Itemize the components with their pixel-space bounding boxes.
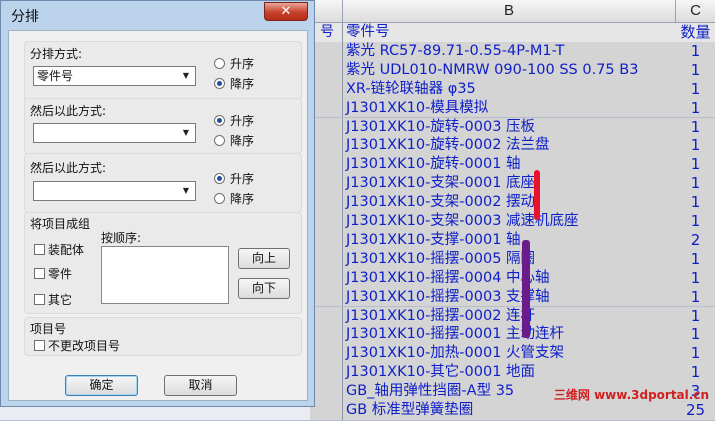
sort-dialog: 分排 ✕ 分排方式: 零件号 ▼ 升序 降序 然后以此方式: ▼ 升序 降序 然… <box>0 0 315 407</box>
cell-a-text: 号 <box>320 24 334 40</box>
sort-by-label: 分排方式: <box>30 47 83 61</box>
then-by-1-asc-radio[interactable] <box>214 115 225 126</box>
purple-marker <box>522 240 530 338</box>
cell-quantity[interactable]: 1 <box>676 136 715 156</box>
column-header-c[interactable]: C <box>676 0 715 23</box>
chevron-down-icon: ▼ <box>182 128 190 137</box>
cell-part-number[interactable]: J1301XK10-支架-0002 摆动 <box>343 193 679 212</box>
red-marker <box>534 170 540 220</box>
item-number-label: 项目号 <box>30 322 67 336</box>
cell-part-number[interactable]: J1301XK10-支架-0001 底座 <box>343 174 679 194</box>
then-by-1-asc-label: 升序 <box>230 114 255 128</box>
cell-quantity[interactable]: 1 <box>676 363 715 383</box>
sort-by-desc-label: 降序 <box>230 77 255 91</box>
assembly-checkbox[interactable] <box>34 244 45 255</box>
column-header-a[interactable] <box>315 0 343 23</box>
assembly-label: 装配体 <box>48 243 85 257</box>
group-items-group: 将项目成组 装配体 零件 其它 按顺序: 向上 向下 <box>24 212 302 314</box>
watermark: 三维网 www.3dportal.cn <box>553 388 709 402</box>
order-listbox[interactable] <box>101 246 229 304</box>
keep-item-number-label: 不更改项目号 <box>48 339 121 353</box>
cell-part-number[interactable]: J1301XK10-支撑-0001 轴 <box>343 230 679 250</box>
item-number-group: 项目号 不更改项目号 <box>24 317 302 356</box>
order-label: 按顺序: <box>101 231 142 245</box>
sort-by-value: 零件号 <box>37 69 74 83</box>
sort-by-asc-label: 升序 <box>230 57 255 71</box>
then-by-2-desc-radio[interactable] <box>214 193 225 204</box>
keep-item-number-checkbox[interactable] <box>34 340 45 351</box>
cell-part-number[interactable]: J1301XK10-摇摆-0005 隔圈 <box>343 249 679 269</box>
then-by-2-combo[interactable]: ▼ <box>33 181 196 201</box>
cell-quantity[interactable]: 2 <box>676 230 715 250</box>
sort-by-combo[interactable]: 零件号 ▼ <box>33 66 196 86</box>
cell-part-number[interactable]: J1301XK10-旋转-0002 法兰盘 <box>343 136 679 156</box>
part-label: 零件 <box>48 267 73 281</box>
column-header-b[interactable]: B <box>343 0 676 23</box>
cell-part-number[interactable]: J1301XK10-旋转-0001 轴 <box>343 155 679 175</box>
cell-part-number[interactable]: J1301XK10-模具模拟 <box>343 98 679 118</box>
ok-button[interactable]: 确定 <box>65 375 138 396</box>
part-checkbox[interactable] <box>34 268 45 279</box>
chevron-down-icon: ▼ <box>182 71 190 80</box>
cell-part-number[interactable]: XR-链轮联轴器 φ35 <box>343 79 679 99</box>
other-label: 其它 <box>48 293 73 307</box>
cell-quantity[interactable]: 1 <box>676 41 715 61</box>
then-by-2-group: 然后以此方式: ▼ 升序 降序 <box>24 153 302 213</box>
then-by-1-desc-radio[interactable] <box>214 135 225 146</box>
cell-quantity[interactable]: 1 <box>676 212 715 231</box>
cell-part-number[interactable]: 紫光 RC57-89.71-0.55-4P-M1-T <box>343 41 679 61</box>
move-up-button[interactable]: 向上 <box>238 248 290 269</box>
then-by-1-group: 然后以此方式: ▼ 升序 降序 <box>24 98 302 154</box>
cell-part-number[interactable]: 紫光 UDL010-NMRW 090-100 SS 0.75 B3 <box>343 60 679 80</box>
cell-quantity[interactable]: 1 <box>676 155 715 175</box>
chevron-down-icon: ▼ <box>182 186 190 195</box>
cell-quantity[interactable]: 1 <box>676 79 715 99</box>
sort-by-group: 分排方式: 零件号 ▼ 升序 降序 <box>24 41 302 101</box>
cell-part-number[interactable]: J1301XK10-摇摆-0003 支撑轴 <box>343 287 679 307</box>
then-by-1-combo[interactable]: ▼ <box>33 123 196 143</box>
cell-quantity[interactable]: 1 <box>676 174 715 194</box>
cell-quantity[interactable]: 1 <box>676 344 715 364</box>
cell-part-number[interactable]: GB 标准型弹簧垫圈 <box>343 401 679 420</box>
cell-part-number[interactable]: 零件号 <box>343 23 679 42</box>
cell-part-number[interactable]: J1301XK10-摇摆-0001 主动连杆 <box>343 325 679 345</box>
cell-quantity[interactable]: 数量 <box>676 23 715 42</box>
cell-quantity[interactable]: 1 <box>676 268 715 288</box>
dialog-client: 分排方式: 零件号 ▼ 升序 降序 然后以此方式: ▼ 升序 降序 然后以此方式… <box>8 30 308 401</box>
dialog-title: 分排 <box>11 9 39 25</box>
then-by-1-label: 然后以此方式: <box>30 104 107 118</box>
cell-quantity[interactable]: 1 <box>676 306 715 326</box>
then-by-2-label: 然后以此方式: <box>30 161 107 175</box>
cell-quantity[interactable]: 1 <box>676 98 715 118</box>
cell-part-number[interactable]: J1301XK10-摇摆-0002 连杆 <box>343 306 679 326</box>
cell-quantity[interactable]: 25 <box>676 401 715 420</box>
cell-part-number[interactable]: J1301XK10-加热-0001 火管支架 <box>343 344 679 364</box>
cell-part-number[interactable]: J1301XK10-旋转-0003 压板 <box>343 117 679 137</box>
cell-quantity[interactable]: 1 <box>676 193 715 212</box>
dialog-titlebar[interactable]: 分排 ✕ <box>1 1 314 29</box>
close-button[interactable]: ✕ <box>264 2 308 21</box>
then-by-2-asc-label: 升序 <box>230 172 255 186</box>
move-down-button[interactable]: 向下 <box>238 278 290 299</box>
then-by-1-desc-label: 降序 <box>230 134 255 148</box>
sort-by-desc-radio[interactable] <box>214 78 225 89</box>
cell-quantity[interactable]: 1 <box>676 117 715 137</box>
sort-by-asc-radio[interactable] <box>214 58 225 69</box>
then-by-2-desc-label: 降序 <box>230 192 255 206</box>
cell-quantity[interactable]: 1 <box>676 287 715 307</box>
cell-quantity[interactable]: 1 <box>676 60 715 80</box>
cell-part-number[interactable]: J1301XK10-其它-0001 地面 <box>343 363 679 383</box>
other-checkbox[interactable] <box>34 294 45 305</box>
cell-quantity[interactable]: 1 <box>676 249 715 269</box>
cell-part-number[interactable]: J1301XK10-支架-0003 减速机底座 <box>343 212 679 231</box>
cancel-button[interactable]: 取消 <box>164 375 237 396</box>
group-items-label: 将项目成组 <box>30 217 91 231</box>
cell-part-number[interactable]: J1301XK10-摇摆-0004 中心轴 <box>343 268 679 288</box>
cell-quantity[interactable]: 1 <box>676 325 715 345</box>
then-by-2-asc-radio[interactable] <box>214 173 225 184</box>
